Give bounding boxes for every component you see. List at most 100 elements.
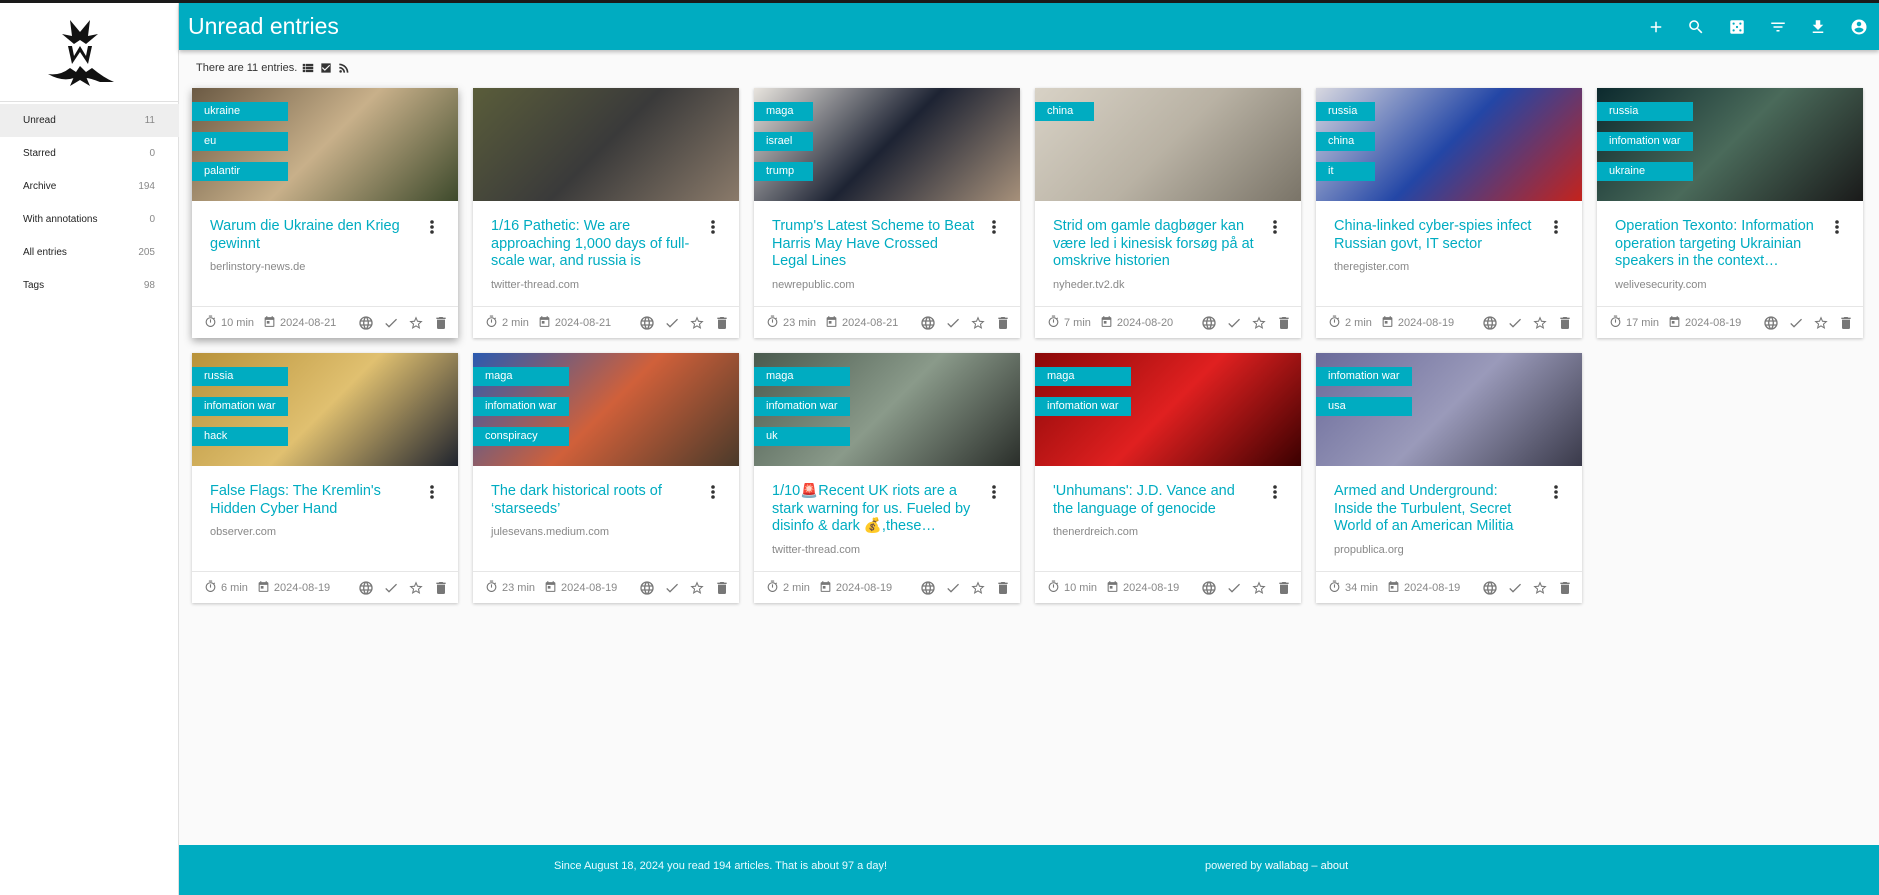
check-icon[interactable]	[1225, 579, 1243, 597]
more-options-icon[interactable]	[1552, 484, 1560, 500]
check-icon[interactable]	[663, 579, 681, 597]
star-icon[interactable]	[407, 579, 425, 597]
entry-title[interactable]: Armed and Underground: Inside the Turbul…	[1334, 483, 1539, 536]
trash-icon[interactable]	[1556, 579, 1574, 597]
sidebar-item-tags[interactable]: Tags 98	[0, 269, 179, 302]
globe-icon[interactable]	[1481, 314, 1499, 332]
tag-chip[interactable]: infomation war	[192, 397, 288, 416]
more-options-icon[interactable]	[1552, 219, 1560, 235]
entry-thumbnail[interactable]	[473, 88, 739, 201]
globe-icon[interactable]	[357, 314, 375, 332]
star-icon[interactable]	[1531, 314, 1549, 332]
entry-title[interactable]: 1/10🚨Recent UK riots are a stark warning…	[772, 483, 977, 536]
more-options-icon[interactable]	[1271, 219, 1279, 235]
more-options-icon[interactable]	[1833, 219, 1841, 235]
tag-chip[interactable]: it	[1316, 162, 1375, 181]
trash-icon[interactable]	[1275, 314, 1293, 332]
star-icon[interactable]	[688, 579, 706, 597]
entry-thumbnail[interactable]: russia infomation war hack	[192, 353, 458, 466]
tag-chip[interactable]: ukraine	[192, 102, 288, 121]
tag-chip[interactable]: trump	[754, 162, 813, 181]
trash-icon[interactable]	[994, 314, 1012, 332]
tag-chip[interactable]: usa	[1316, 397, 1412, 416]
more-options-icon[interactable]	[709, 219, 717, 235]
star-icon[interactable]	[688, 314, 706, 332]
trash-icon[interactable]	[1837, 314, 1855, 332]
globe-icon[interactable]	[1481, 579, 1499, 597]
sidebar-item-unread[interactable]: Unread 11	[0, 104, 179, 137]
star-icon[interactable]	[1250, 314, 1268, 332]
entry-thumbnail[interactable]: maga infomation war uk	[754, 353, 1020, 466]
entry-title[interactable]: False Flags: The Kremlin's Hidden Cyber …	[210, 483, 415, 518]
trash-icon[interactable]	[713, 579, 731, 597]
tag-chip[interactable]: maga	[473, 367, 569, 386]
entry-thumbnail[interactable]: maga infomation war conspiracy	[473, 353, 739, 466]
sidebar-item-all-entries[interactable]: All entries 205	[0, 236, 179, 269]
tag-chip[interactable]: infomation war	[1316, 367, 1412, 386]
filter-icon[interactable]	[1757, 3, 1798, 50]
tag-chip[interactable]: infomation war	[1035, 397, 1131, 416]
wallabag-logo[interactable]	[40, 16, 120, 88]
entry-title[interactable]: China-linked cyber-spies infect Russian …	[1334, 218, 1539, 253]
entry-thumbnail[interactable]: ukraine eu palantir	[192, 88, 458, 201]
tag-chip[interactable]: china	[1035, 102, 1094, 121]
globe-icon[interactable]	[638, 579, 656, 597]
entry-thumbnail[interactable]: maga infomation war	[1035, 353, 1301, 466]
trash-icon[interactable]	[432, 579, 450, 597]
entry-title[interactable]: Strid om gamle dagbøger kan være led i k…	[1053, 218, 1258, 271]
check-icon[interactable]	[1506, 579, 1524, 597]
tag-chip[interactable]: russia	[192, 367, 288, 386]
trash-icon[interactable]	[1556, 314, 1574, 332]
more-options-icon[interactable]	[428, 219, 436, 235]
globe-icon[interactable]	[357, 579, 375, 597]
entry-title[interactable]: Trump's Latest Scheme to Beat Harris May…	[772, 218, 977, 271]
entry-title[interactable]: Operation Texonto: Information operation…	[1615, 218, 1820, 271]
random-icon[interactable]	[1717, 3, 1758, 50]
entry-title[interactable]: The dark historical roots of ‘starseeds’	[491, 483, 696, 518]
tag-chip[interactable]: palantir	[192, 162, 288, 181]
tag-chip[interactable]: infomation war	[754, 397, 850, 416]
entry-thumbnail[interactable]: maga israel trump	[754, 88, 1020, 201]
tag-chip[interactable]: maga	[754, 102, 813, 121]
entry-title[interactable]: 1/16 Pathetic: We are approaching 1,000 …	[491, 218, 696, 271]
globe-icon[interactable]	[638, 314, 656, 332]
sidebar-item-with-annotations[interactable]: With annotations 0	[0, 203, 179, 236]
list-view-icon[interactable]	[301, 61, 315, 75]
globe-icon[interactable]	[919, 314, 937, 332]
check-icon[interactable]	[944, 314, 962, 332]
trash-icon[interactable]	[432, 314, 450, 332]
more-options-icon[interactable]	[428, 484, 436, 500]
check-icon[interactable]	[663, 314, 681, 332]
check-icon[interactable]	[1506, 314, 1524, 332]
download-icon[interactable]	[1798, 3, 1839, 50]
tag-chip[interactable]: china	[1316, 132, 1375, 151]
tag-chip[interactable]: conspiracy	[473, 427, 569, 446]
star-icon[interactable]	[969, 314, 987, 332]
check-icon[interactable]	[1225, 314, 1243, 332]
star-icon[interactable]	[1250, 579, 1268, 597]
tag-chip[interactable]: infomation war	[473, 397, 569, 416]
more-options-icon[interactable]	[1271, 484, 1279, 500]
tag-chip[interactable]: maga	[1035, 367, 1131, 386]
sidebar-item-archive[interactable]: Archive 194	[0, 170, 179, 203]
globe-icon[interactable]	[1762, 314, 1780, 332]
tag-chip[interactable]: infomation war	[1597, 132, 1693, 151]
mark-all-read-icon[interactable]	[319, 61, 333, 75]
search-icon[interactable]	[1676, 3, 1717, 50]
sidebar-item-starred[interactable]: Starred 0	[0, 137, 179, 170]
tag-chip[interactable]: russia	[1597, 102, 1693, 121]
more-options-icon[interactable]	[709, 484, 717, 500]
tag-chip[interactable]: hack	[192, 427, 288, 446]
about-link[interactable]: about	[1321, 860, 1349, 872]
star-icon[interactable]	[969, 579, 987, 597]
check-icon[interactable]	[1787, 314, 1805, 332]
more-options-icon[interactable]	[990, 484, 998, 500]
check-icon[interactable]	[944, 579, 962, 597]
tag-chip[interactable]: maga	[754, 367, 850, 386]
star-icon[interactable]	[407, 314, 425, 332]
tag-chip[interactable]: uk	[754, 427, 850, 446]
check-icon[interactable]	[382, 579, 400, 597]
entry-thumbnail[interactable]: russia china it	[1316, 88, 1582, 201]
check-icon[interactable]	[382, 314, 400, 332]
globe-icon[interactable]	[919, 579, 937, 597]
